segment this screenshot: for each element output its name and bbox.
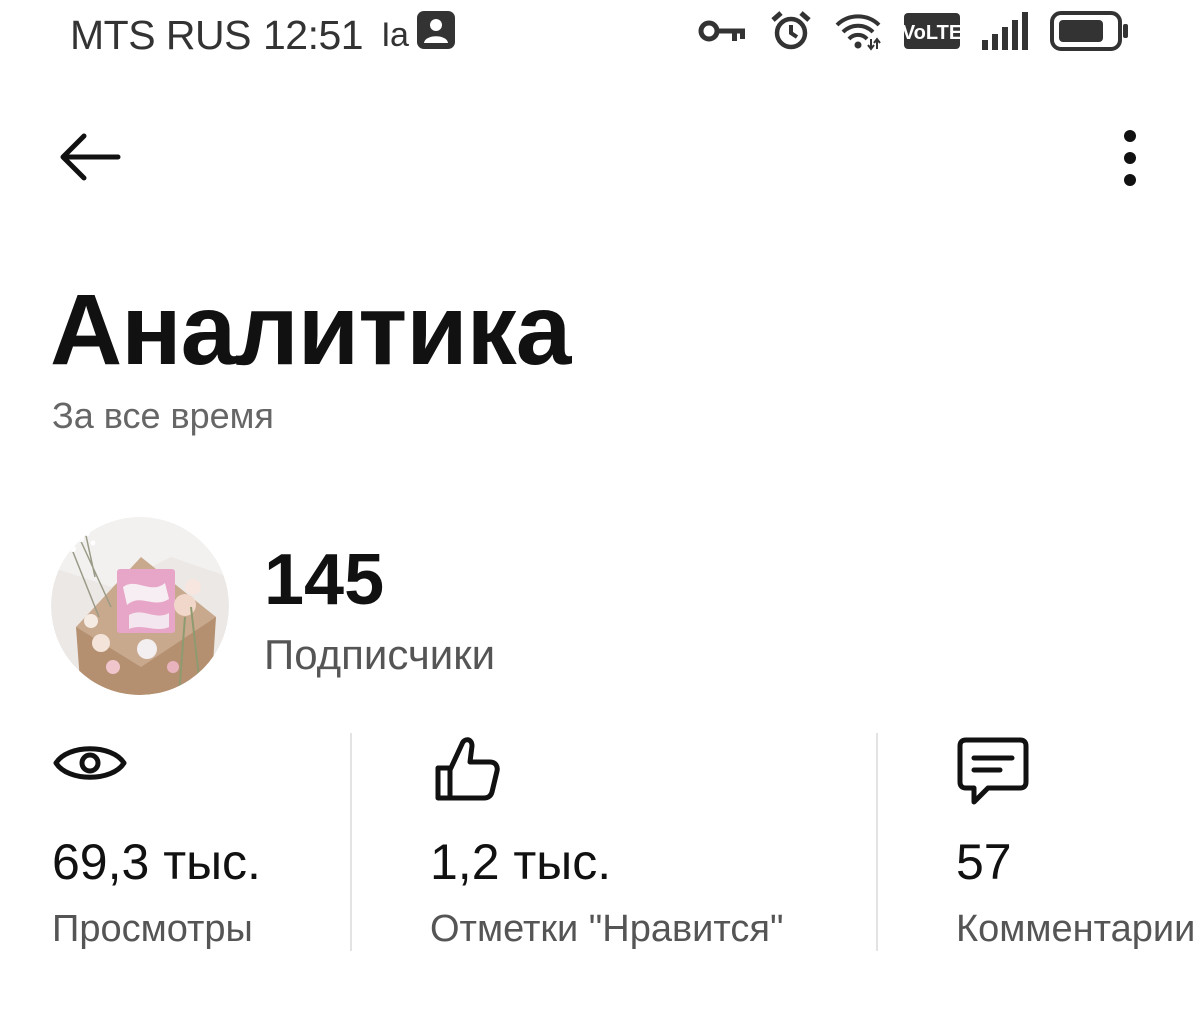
carrier-name: MTS RUS bbox=[70, 11, 252, 58]
wifi-icon bbox=[834, 11, 882, 51]
stats-divider bbox=[876, 733, 878, 951]
status-right: VoLTE bbox=[698, 10, 1130, 52]
thumbs-up-icon bbox=[430, 734, 502, 809]
followers-count: 145 bbox=[264, 540, 385, 620]
comments-value: 57 bbox=[956, 834, 1012, 890]
comments-label: Комментарии bbox=[956, 908, 1196, 950]
followers-label: Подписчики bbox=[264, 631, 496, 678]
views-label: Просмотры bbox=[52, 908, 253, 950]
eye-icon bbox=[52, 738, 128, 793]
status-time: 12:51 bbox=[263, 11, 364, 58]
avatar bbox=[51, 517, 229, 695]
more-options-button[interactable] bbox=[1100, 124, 1160, 194]
volte-icon: VoLTE bbox=[904, 13, 960, 49]
svg-text:VoLTE: VoLTE bbox=[904, 22, 960, 44]
battery-icon bbox=[1050, 11, 1130, 51]
arrow-left-icon bbox=[58, 131, 122, 188]
more-vertical-icon bbox=[1120, 127, 1140, 192]
status-extra: Ia bbox=[381, 15, 409, 54]
stats-divider bbox=[350, 733, 352, 951]
status-bar: MTS RUS 12:51 Ia VoLTE bbox=[0, 0, 1200, 70]
likes-label: Отметки "Нравится" bbox=[430, 908, 784, 950]
status-left: MTS RUS 12:51 Ia bbox=[70, 10, 456, 60]
key-icon bbox=[698, 16, 748, 46]
back-button[interactable] bbox=[52, 124, 128, 194]
signal-icon bbox=[982, 12, 1028, 50]
alarm-icon bbox=[770, 10, 812, 52]
page-title: Аналитика bbox=[50, 274, 571, 386]
contact-icon bbox=[416, 10, 456, 60]
likes-value: 1,2 тыс. bbox=[430, 834, 612, 890]
comment-icon bbox=[956, 736, 1030, 811]
time-range-label: За все время bbox=[52, 395, 274, 436]
views-value: 69,3 тыс. bbox=[52, 834, 261, 890]
